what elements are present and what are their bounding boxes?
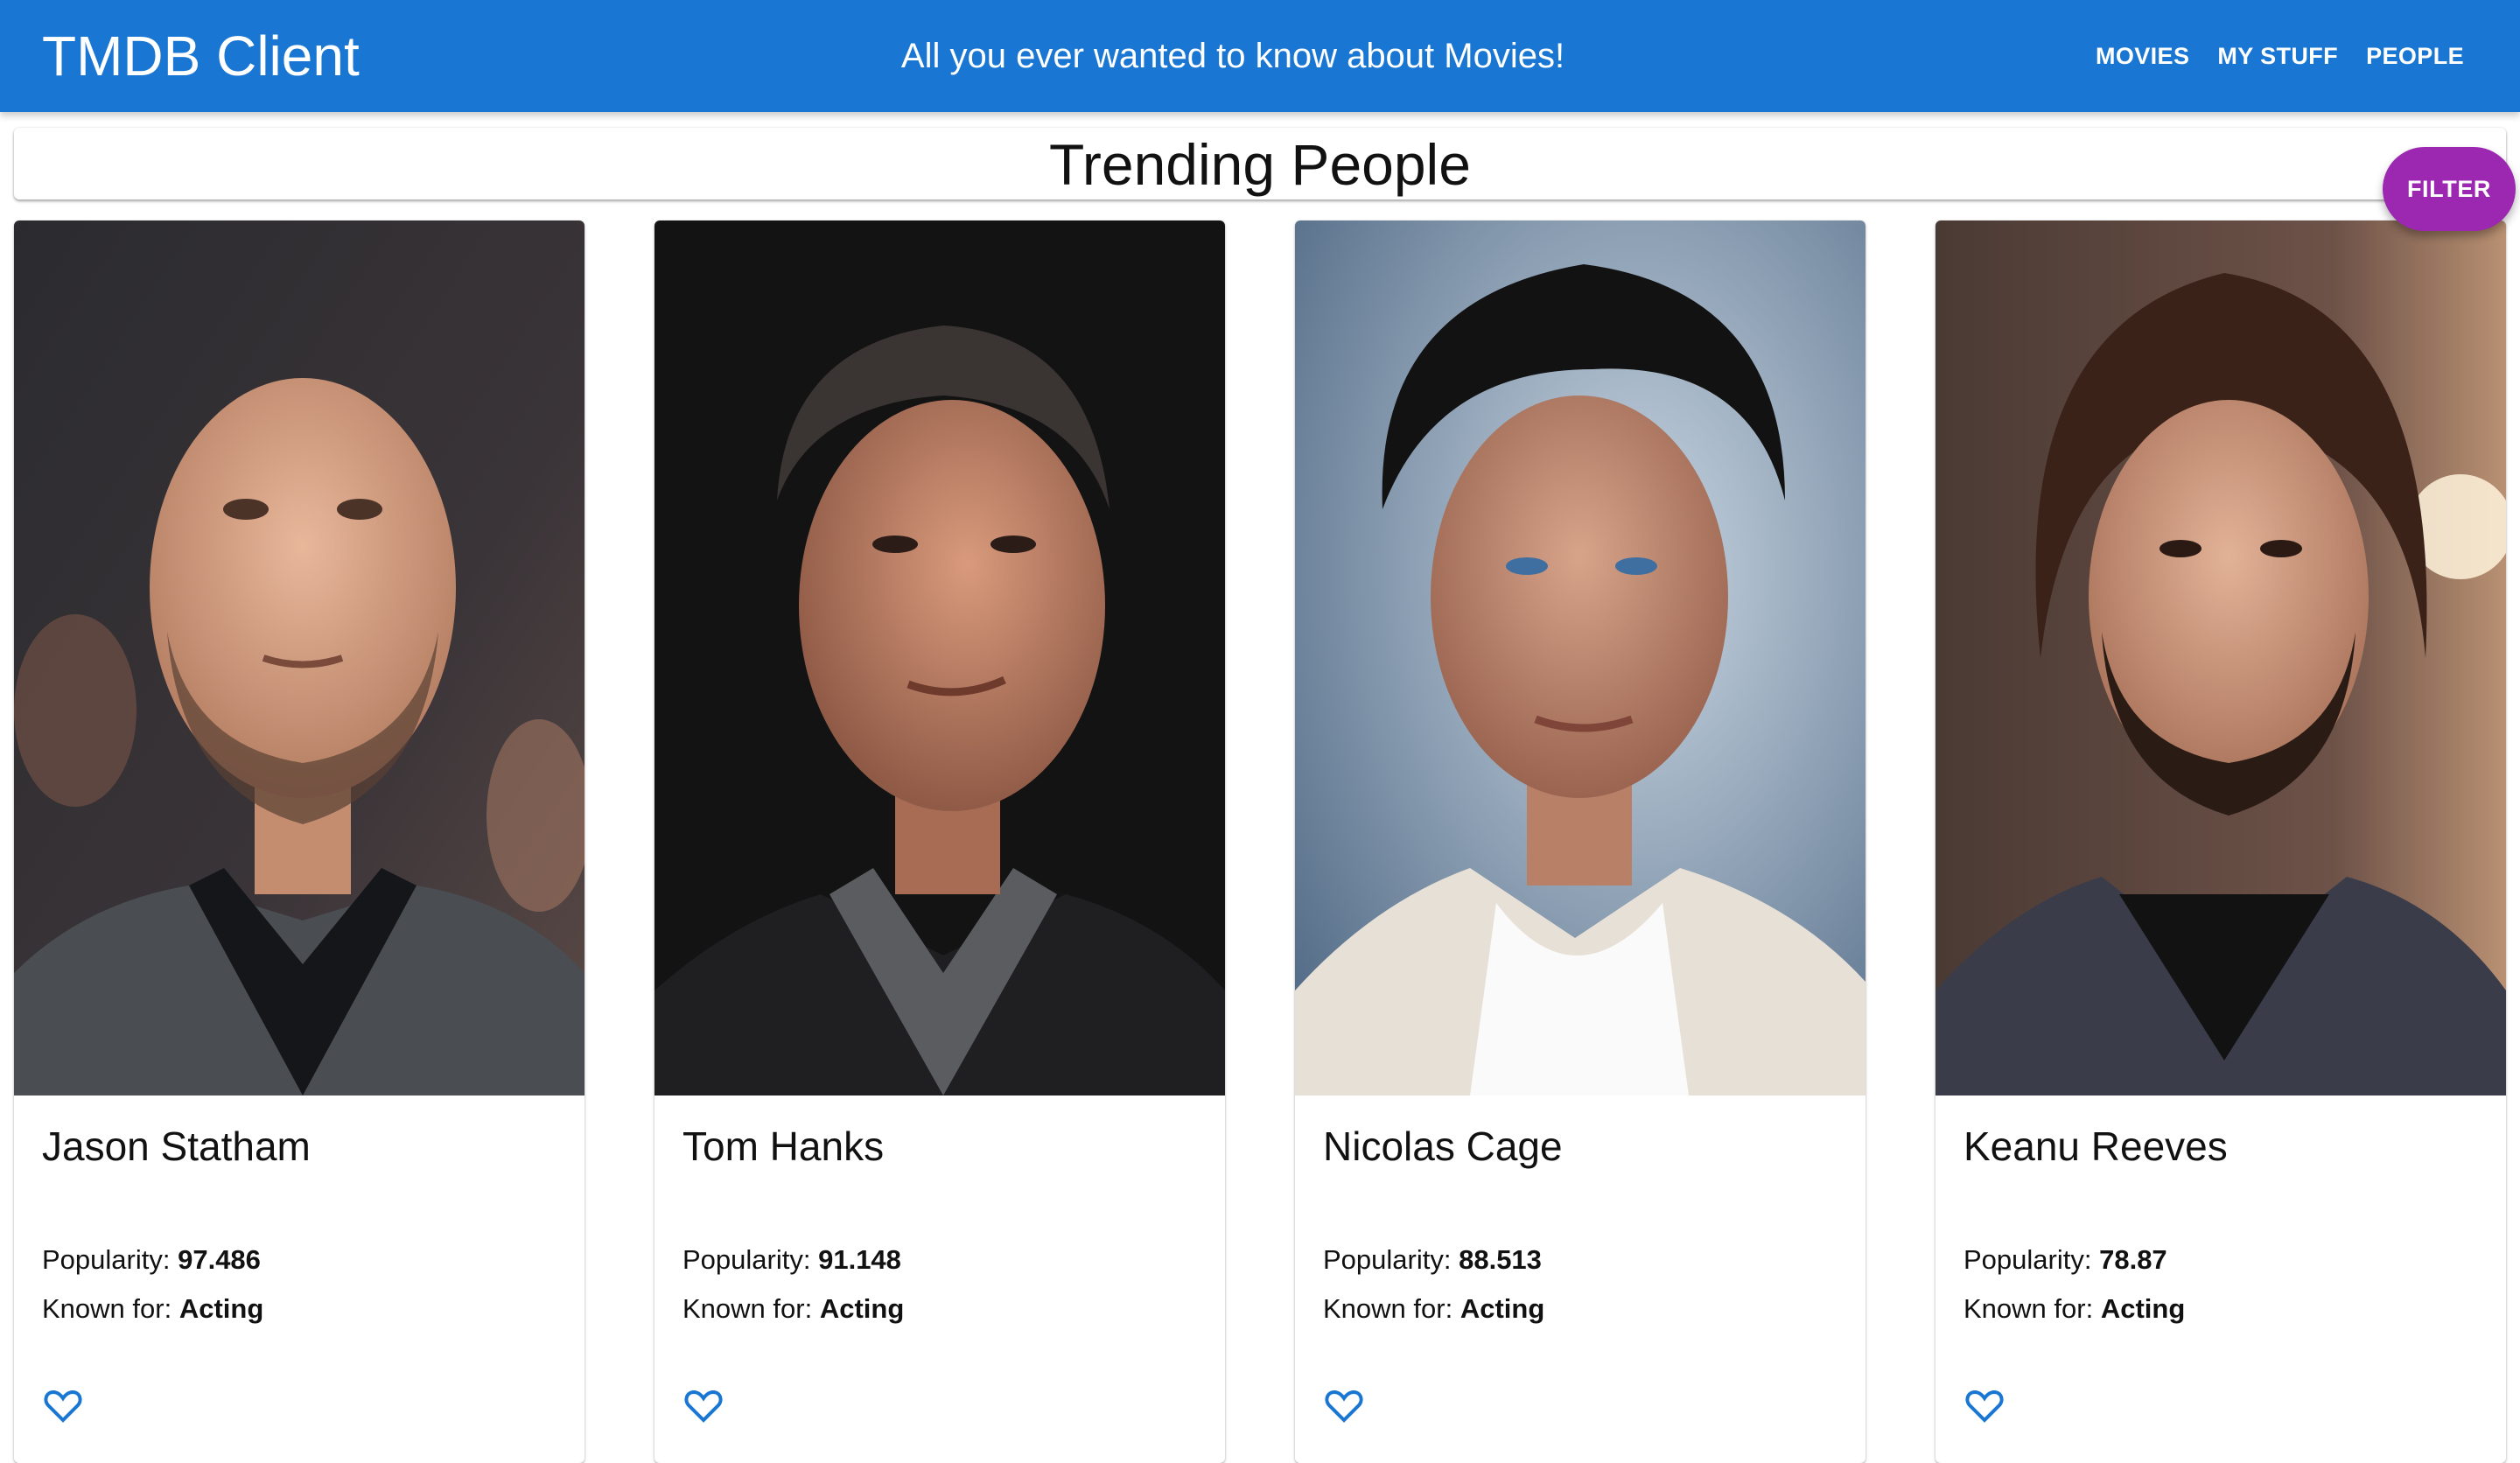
known-for-row: Known for: Acting: [682, 1292, 904, 1326]
popularity-row: Popularity: 97.486: [42, 1242, 261, 1278]
popularity-row: Popularity: 91.148: [682, 1242, 901, 1278]
favorite-heart-icon[interactable]: [42, 1384, 84, 1426]
filter-button[interactable]: FILTER: [2383, 147, 2516, 231]
known-for-row: Known for: Acting: [42, 1292, 263, 1326]
person-photo-image: [654, 220, 1225, 1096]
popularity-row: Popularity: 78.87: [1964, 1242, 2167, 1278]
page-title: Trending People: [1049, 132, 1471, 197]
popularity-label: Popularity:: [42, 1244, 171, 1275]
person-card[interactable]: Tom Hanks Popularity: 91.148 Known for: …: [654, 220, 1225, 1463]
person-name[interactable]: Nicolas Cage: [1323, 1122, 1563, 1171]
known-for-label: Known for:: [1964, 1293, 2094, 1324]
popularity-label: Popularity:: [682, 1244, 811, 1275]
known-for-label: Known for:: [682, 1293, 813, 1324]
known-for-row: Known for: Acting: [1964, 1292, 2185, 1326]
popularity-value: 91.148: [818, 1244, 901, 1275]
person-photo[interactable]: [1936, 220, 2506, 1096]
popularity-row: Popularity: 88.513: [1323, 1242, 1542, 1278]
person-card[interactable]: Jason Statham Popularity: 97.486 Known f…: [14, 220, 584, 1463]
nav-people-button[interactable]: PEOPLE: [2352, 35, 2478, 77]
favorite-heart-icon[interactable]: [1964, 1384, 2006, 1426]
person-photo[interactable]: [654, 220, 1225, 1096]
known-for-row: Known for: Acting: [1323, 1292, 1544, 1326]
favorite-heart-icon[interactable]: [1323, 1384, 1365, 1426]
person-card[interactable]: Keanu Reeves Popularity: 78.87 Known for…: [1936, 220, 2506, 1463]
known-for-value: Acting: [819, 1293, 905, 1324]
person-photo-image: [1936, 220, 2506, 1096]
popularity-value: 78.87: [2099, 1244, 2167, 1275]
popularity-value: 88.513: [1459, 1244, 1542, 1275]
favorite-heart-icon[interactable]: [682, 1384, 724, 1426]
popularity-label: Popularity:: [1964, 1244, 2092, 1275]
nav-my-stuff-button[interactable]: MY STUFF: [2203, 35, 2352, 77]
person-photo-image: [14, 220, 584, 1096]
app-bar: TMDB Client All you ever wanted to know …: [0, 0, 2520, 112]
person-photo[interactable]: [14, 220, 584, 1096]
person-name[interactable]: Jason Statham: [42, 1122, 311, 1171]
popularity-value: 97.486: [178, 1244, 261, 1275]
main-nav: MOVIES MY STUFF PEOPLE: [2082, 35, 2478, 77]
known-for-label: Known for:: [42, 1293, 172, 1324]
known-for-label: Known for:: [1323, 1293, 1453, 1324]
person-photo-image: [1295, 220, 1866, 1096]
person-photo[interactable]: [1295, 220, 1866, 1096]
known-for-value: Acting: [178, 1293, 264, 1324]
nav-movies-button[interactable]: MOVIES: [2082, 35, 2203, 77]
known-for-value: Acting: [1460, 1293, 1545, 1324]
person-card[interactable]: Nicolas Cage Popularity: 88.513 Known fo…: [1295, 220, 1866, 1463]
known-for-value: Acting: [2100, 1293, 2186, 1324]
popularity-label: Popularity:: [1323, 1244, 1452, 1275]
person-name[interactable]: Tom Hanks: [682, 1122, 884, 1171]
person-name[interactable]: Keanu Reeves: [1964, 1122, 2228, 1171]
